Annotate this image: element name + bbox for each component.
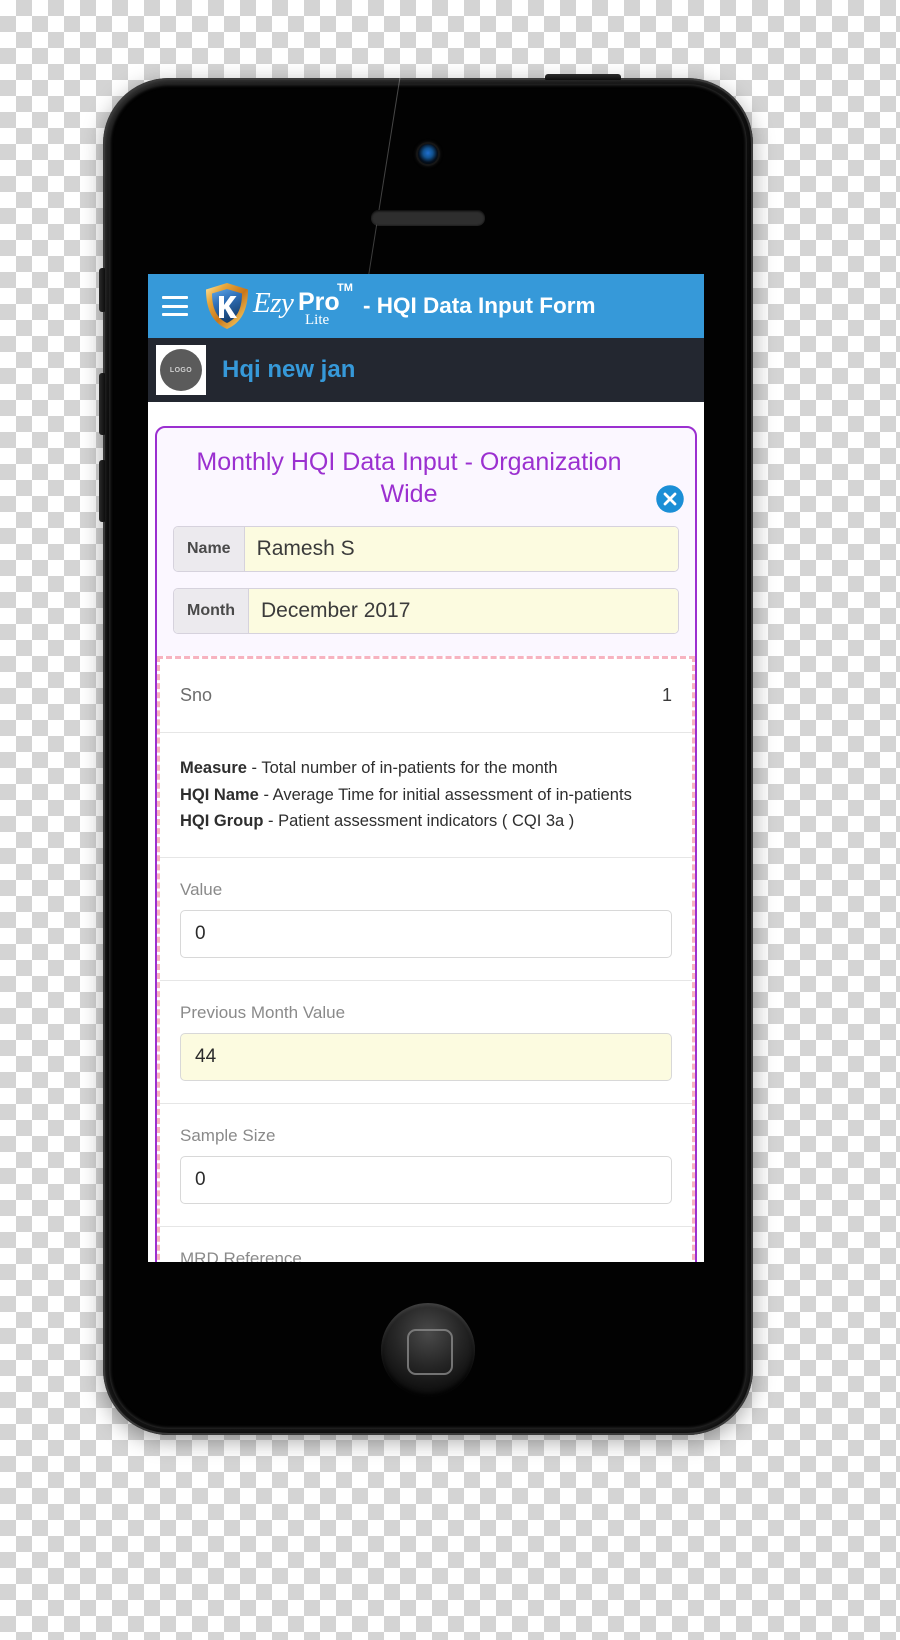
previous-month-value-row: Previous Month Value xyxy=(160,981,692,1105)
organization-name: Hqi new jan xyxy=(222,356,356,383)
value-input-label: Value xyxy=(180,880,223,900)
brand-ezy-text: Ezy xyxy=(253,287,294,319)
hqi-name-key: HQI Name xyxy=(180,785,259,804)
logo-placeholder-text: LOGO xyxy=(160,349,202,391)
page-content: Monthly HQI Data Input - Organization Wi… xyxy=(148,402,704,1262)
ezypro-shield-logo-icon xyxy=(206,283,248,329)
earpiece-speaker xyxy=(371,210,485,225)
organization-logo: LOGO xyxy=(156,345,206,395)
volume-up-button[interactable] xyxy=(99,373,105,435)
sample-size-row: Sample Size xyxy=(160,1104,692,1228)
sample-size-input[interactable] xyxy=(180,1156,672,1205)
hqi-name-text: Average Time for initial assessment of i… xyxy=(272,785,632,804)
brand-lite-text: Lite xyxy=(305,312,330,328)
hqi-group-text: Patient assessment indicators ( CQI 3a ) xyxy=(278,812,575,831)
hqi-form-card: Monthly HQI Data Input - Organization Wi… xyxy=(155,426,697,1262)
app-header-title: - HQI Data Input Form xyxy=(363,293,596,318)
front-camera-icon xyxy=(418,144,438,164)
phone-screen: Ezy Pro TM Lite - HQI Data Input Form LO… xyxy=(148,274,704,1262)
measure-record-section: Sno 1 Measure - Total number of in-patie… xyxy=(157,656,695,1262)
name-field-row[interactable]: Name Ramesh S xyxy=(173,526,679,572)
hqi-group-key: HQI Group xyxy=(180,812,264,831)
measure-key: Measure xyxy=(180,759,247,777)
hqi-group-separator: - xyxy=(263,812,279,831)
form-title: Monthly HQI Data Input - Organization Wi… xyxy=(196,448,622,508)
sample-size-input-label: Sample Size xyxy=(180,1126,276,1146)
hqi-name-separator: - xyxy=(258,785,273,804)
sno-value: 1 xyxy=(661,685,672,705)
measure-description-line: Measure - Total number of in-patients fo… xyxy=(180,755,672,782)
close-circle-icon[interactable] xyxy=(655,484,685,514)
measure-separator: - xyxy=(246,759,262,777)
sno-label: Sno xyxy=(180,685,213,705)
sub-header-bar: LOGO Hqi new jan xyxy=(148,338,704,402)
home-button-square-icon xyxy=(407,1329,453,1375)
form-title-row: Monthly HQI Data Input - Organization Wi… xyxy=(173,446,684,513)
value-row: Value xyxy=(160,858,692,982)
month-field-value[interactable]: December 2017 xyxy=(248,589,678,633)
hqi-name-description-line: HQI Name - Average Time for initial asse… xyxy=(180,782,672,809)
volume-down-button[interactable] xyxy=(99,460,105,522)
month-field-row[interactable]: Month December 2017 xyxy=(173,588,679,634)
month-field-label: Month xyxy=(174,589,249,633)
brand-wordmark: Ezy Pro TM Lite xyxy=(253,281,357,331)
home-button[interactable] xyxy=(381,1303,475,1397)
sno-row: Sno 1 xyxy=(160,659,692,733)
hqi-group-description-line: HQI Group - Patient assessment indicator… xyxy=(180,808,672,835)
app-header-bar: Ezy Pro TM Lite - HQI Data Input Form xyxy=(148,274,704,338)
previous-month-value-input-label: Previous Month Value xyxy=(180,1003,346,1023)
silent-switch-button[interactable] xyxy=(99,268,105,312)
value-input[interactable] xyxy=(180,910,672,959)
mrd-reference-input-label: MRD Reference xyxy=(180,1249,302,1262)
power-button[interactable] xyxy=(545,74,621,80)
measure-description-row: Measure - Total number of in-patients fo… xyxy=(160,733,692,859)
name-field-label: Name xyxy=(174,527,245,571)
hamburger-menu-icon[interactable] xyxy=(162,296,188,316)
mrd-reference-row: MRD Reference xyxy=(160,1227,692,1262)
previous-month-value-input[interactable] xyxy=(180,1033,672,1082)
phone-device-frame: Ezy Pro TM Lite - HQI Data Input Form LO… xyxy=(99,74,753,1435)
name-field-value[interactable]: Ramesh S xyxy=(244,527,678,571)
measure-text: Total number of in-patients for the mont… xyxy=(261,759,558,777)
brand-trademark-text: TM xyxy=(337,282,353,294)
